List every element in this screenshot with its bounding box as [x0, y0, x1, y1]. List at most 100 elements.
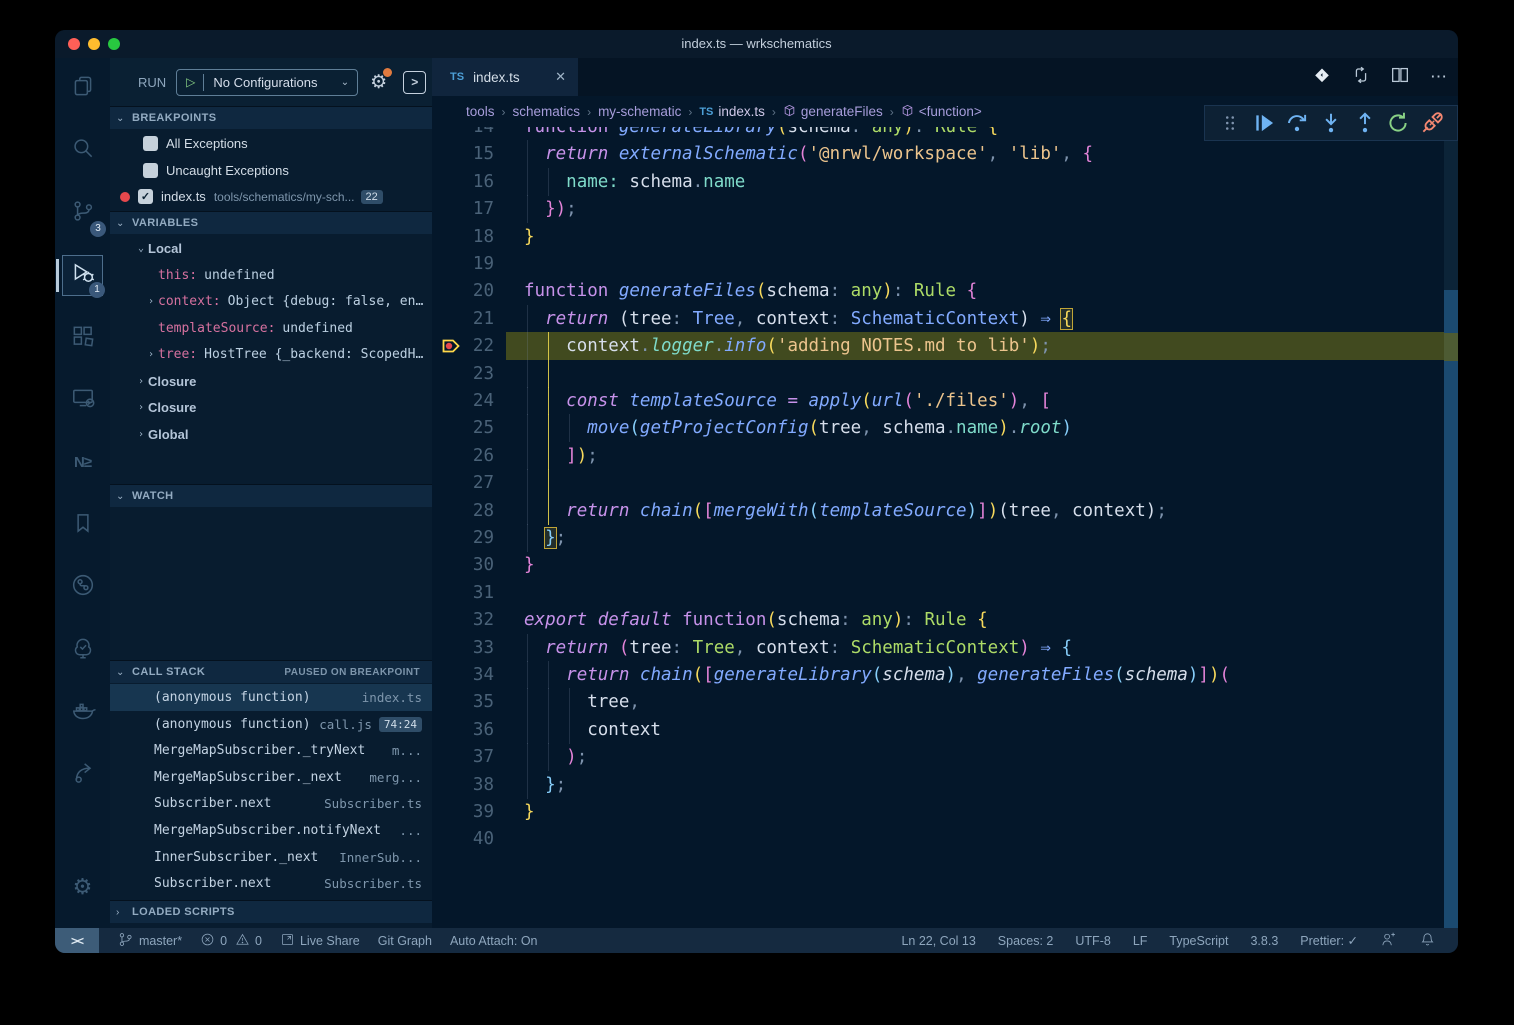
drag-gripper-button[interactable] — [1217, 110, 1243, 136]
code-line-27[interactable]: 27 — [432, 469, 1458, 497]
watch-header[interactable]: ⌄WATCH — [110, 484, 432, 507]
activity-git-graph[interactable] — [62, 567, 103, 608]
code-line-39[interactable]: 39} — [432, 798, 1458, 826]
overview-ruler[interactable] — [1444, 58, 1458, 928]
code-line-19[interactable]: 19 — [432, 250, 1458, 278]
disconnect-button[interactable] — [1419, 110, 1445, 136]
variable-row[interactable]: this:undefined — [110, 262, 432, 289]
checkbox-checked[interactable]: ✓ — [138, 189, 153, 204]
status-prettier[interactable]: Prettier: ✓ — [1300, 933, 1358, 948]
status-git-branch[interactable]: master* — [117, 931, 182, 951]
call-stack-frame[interactable]: MergeMapSubscriber.notifyNext... — [110, 817, 432, 844]
split-editor-icon[interactable] — [1389, 64, 1411, 91]
code-line-24[interactable]: 24 const templateSource = apply(url('./f… — [432, 387, 1458, 415]
variable-row[interactable]: ›tree:HostTree {_backend: ScopedH… — [110, 341, 432, 368]
call-stack-frame[interactable]: Subscriber.nextSubscriber.ts — [110, 870, 432, 897]
status-live-share[interactable]: Live Share — [280, 932, 360, 950]
variable-row[interactable]: ⌄Local — [110, 235, 432, 262]
status-auto-attach[interactable]: Auto Attach: On — [450, 934, 538, 948]
status-eol[interactable]: LF — [1133, 934, 1148, 948]
activity-live-share[interactable] — [62, 754, 103, 795]
status-ts-version[interactable]: 3.8.3 — [1250, 934, 1278, 948]
step-over-button[interactable] — [1284, 110, 1310, 136]
variables-header[interactable]: ⌄VARIABLES — [110, 211, 432, 234]
breadcrumb-item[interactable]: tools — [466, 104, 495, 119]
restart-button[interactable] — [1385, 110, 1411, 136]
code-line-22[interactable]: 22 context.logger.info('adding NOTES.md … — [432, 332, 1458, 360]
activity-bookmarks[interactable] — [62, 505, 103, 546]
activity-run-debug[interactable]: 1 — [62, 255, 103, 296]
loaded-scripts-header[interactable]: ›LOADED SCRIPTS — [110, 900, 432, 923]
call-stack-frame[interactable]: InnerSubscriber._nextInnerSub... — [110, 844, 432, 871]
start-debug-icon[interactable]: ▷ — [186, 75, 195, 89]
activity-remote-explorer[interactable] — [62, 380, 103, 421]
code-line-33[interactable]: 33 return (tree: Tree, context: Schemati… — [432, 634, 1458, 662]
code-line-37[interactable]: 37 ); — [432, 743, 1458, 771]
breakpoint-row[interactable]: ✓index.tstools/schematics/my-sch...22 — [110, 183, 432, 210]
status-language-mode[interactable]: TypeScript — [1169, 934, 1228, 948]
call-stack-frame[interactable]: (anonymous function)index.ts — [110, 684, 432, 711]
checkbox-unchecked[interactable] — [143, 163, 158, 178]
chevron-right-icon[interactable]: › — [144, 349, 158, 360]
configure-launch-button[interactable]: ⚙ — [370, 71, 387, 94]
code-line-31[interactable]: 31 — [432, 579, 1458, 607]
code-line-20[interactable]: 20function generateFiles(schema: any): R… — [432, 277, 1458, 305]
code-line-30[interactable]: 30} — [432, 551, 1458, 579]
title-bar[interactable]: index.ts — wrkschematics — [55, 30, 1458, 58]
activity-docker[interactable] — [62, 692, 103, 733]
code-line-25[interactable]: 25 move(getProjectConfig(tree, schema.na… — [432, 414, 1458, 442]
activity-testing[interactable] — [62, 630, 103, 671]
debug-console-button[interactable]: > — [403, 71, 426, 94]
call-stack-frame[interactable]: MergeMapSubscriber._tryNextm... — [110, 737, 432, 764]
status-cursor-position[interactable]: Ln 22, Col 13 — [901, 934, 975, 948]
chevron-right-icon[interactable]: › — [134, 376, 148, 387]
activity-extensions[interactable] — [62, 318, 103, 359]
activity-search[interactable] — [62, 130, 103, 171]
breakpoint-row[interactable]: All Exceptions — [110, 130, 432, 157]
status-encoding[interactable]: UTF-8 — [1075, 934, 1110, 948]
continue-button[interactable] — [1251, 110, 1277, 136]
code-line-29[interactable]: 29 }; — [432, 524, 1458, 552]
close-tab-icon[interactable]: ✕ — [555, 69, 566, 85]
activity-nx-console[interactable]: N≥ — [62, 442, 103, 483]
variable-row[interactable]: templateSource:undefined — [110, 315, 432, 342]
variable-row[interactable]: ›context:Object {debug: false, en… — [110, 288, 432, 315]
more-actions-icon[interactable]: ⋯ — [1428, 67, 1450, 87]
call-stack-header[interactable]: ⌄CALL STACKPAUSED ON BREAKPOINT — [110, 660, 432, 683]
launch-configuration-dropdown[interactable]: ▷ No Configurations ⌄ — [176, 69, 358, 96]
activity-source-control[interactable]: 3 — [62, 193, 103, 234]
step-into-button[interactable] — [1318, 110, 1344, 136]
code-line-32[interactable]: 32export default function(schema: any): … — [432, 606, 1458, 634]
code-line-28[interactable]: 28 return chain([mergeWith(templateSourc… — [432, 497, 1458, 525]
code-line-16[interactable]: 16 name: schema.name — [432, 168, 1458, 196]
remote-indicator[interactable]: >< — [55, 928, 99, 953]
code-line-40[interactable]: 40 — [432, 825, 1458, 853]
status-problems-errors[interactable]: 0 — [200, 932, 227, 950]
code-area[interactable]: 14function generateLibrary(schema: any):… — [432, 58, 1458, 928]
status-git-graph[interactable]: Git Graph — [378, 934, 432, 948]
code-line-34[interactable]: 34 return chain([generateLibrary(schema)… — [432, 661, 1458, 689]
code-line-26[interactable]: 26 ]); — [432, 442, 1458, 470]
status-feedback[interactable] — [1380, 931, 1397, 951]
activity-manage[interactable]: ⚙ — [62, 866, 103, 907]
chevron-right-icon[interactable]: › — [134, 429, 148, 440]
variable-row[interactable]: ›Global — [110, 421, 432, 448]
breadcrumb-item[interactable]: generateFiles — [783, 104, 883, 120]
open-changes-icon[interactable] — [1311, 64, 1333, 91]
breadcrumb-item[interactable]: <function> — [901, 104, 982, 120]
chevron-right-icon[interactable]: › — [134, 402, 148, 413]
code-line-15[interactable]: 15 return externalSchematic('@nrwl/works… — [432, 140, 1458, 168]
compare-changes-icon[interactable] — [1350, 64, 1372, 91]
variable-row[interactable]: ›Closure — [110, 368, 432, 395]
code-line-23[interactable]: 23 — [432, 360, 1458, 388]
code-line-36[interactable]: 36 context — [432, 716, 1458, 744]
chevron-down-icon[interactable]: ⌄ — [134, 243, 148, 254]
variable-row[interactable]: ›Closure — [110, 394, 432, 421]
tab-index-ts[interactable]: TS index.ts ✕ — [432, 58, 578, 96]
checkbox-unchecked[interactable] — [143, 136, 158, 151]
breakpoints-header[interactable]: ⌄BREAKPOINTS — [110, 106, 432, 129]
code-line-21[interactable]: 21 return (tree: Tree, context: Schemati… — [432, 305, 1458, 333]
breadcrumb-item[interactable]: schematics — [513, 104, 581, 119]
activity-explorer[interactable] — [62, 68, 103, 109]
chevron-right-icon[interactable]: › — [144, 296, 158, 307]
